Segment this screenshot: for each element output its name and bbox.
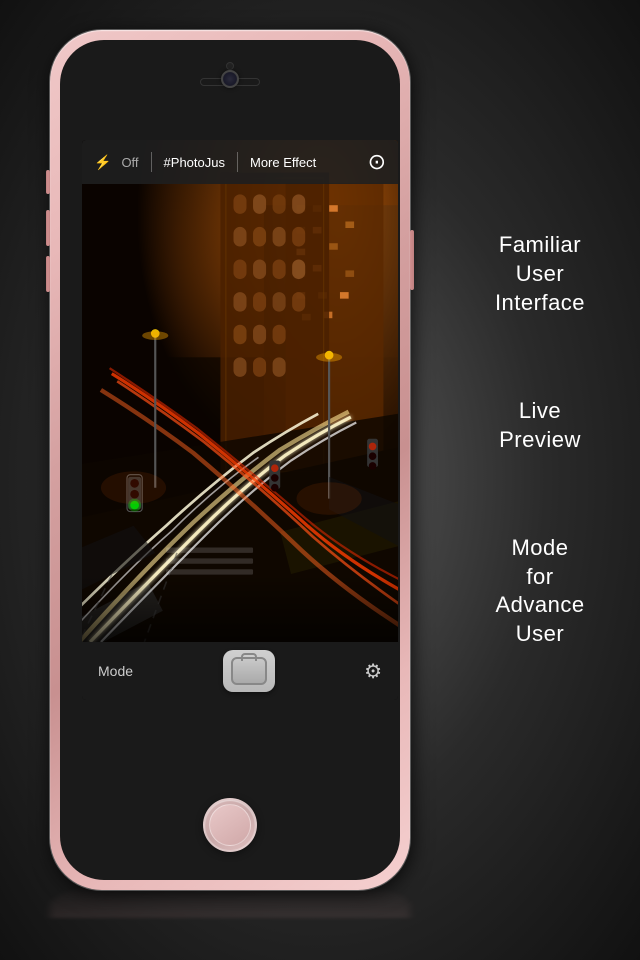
live-preview-label: LivePreview xyxy=(460,397,620,454)
phone-inner-bezel: ⚡ Off #PhotoJus More Effect ⊙ xyxy=(60,40,400,880)
mode-advance-label: ModeforAdvanceUser xyxy=(460,534,620,648)
camera-preview xyxy=(82,140,398,642)
home-button[interactable] xyxy=(203,798,257,852)
volume-up-button[interactable] xyxy=(46,210,50,246)
front-camera-area xyxy=(221,70,239,88)
night-scene-svg xyxy=(82,140,398,642)
phone-screen: ⚡ Off #PhotoJus More Effect ⊙ xyxy=(82,140,398,700)
settings-button[interactable]: ⚙ xyxy=(364,659,382,684)
toolbar-divider-2 xyxy=(237,152,238,172)
front-sensor xyxy=(226,62,234,70)
phone-reflection xyxy=(50,886,410,918)
power-button[interactable] xyxy=(410,230,414,290)
flash-icon: ⚡ xyxy=(94,154,111,171)
home-button-inner xyxy=(209,804,251,846)
mode-button[interactable]: Mode xyxy=(98,663,133,679)
phone-body: ⚡ Off #PhotoJus More Effect ⊙ xyxy=(50,30,410,890)
shutter-button[interactable] xyxy=(223,650,275,692)
camera-toolbar-top: ⚡ Off #PhotoJus More Effect ⊙ xyxy=(82,140,398,184)
phone-device: ⚡ Off #PhotoJus More Effect ⊙ xyxy=(50,30,430,930)
volume-down-button[interactable] xyxy=(46,256,50,292)
toolbar-left-group: ⚡ Off #PhotoJus More Effect xyxy=(94,151,322,174)
camera-flip-icon[interactable]: ⊙ xyxy=(368,149,386,175)
shutter-inner xyxy=(231,657,267,685)
more-effect-button[interactable]: More Effect xyxy=(244,151,322,174)
flash-off-button[interactable]: Off xyxy=(115,151,144,174)
front-camera-lens xyxy=(221,70,239,88)
familiar-ui-label: FamiliarUserInterface xyxy=(460,231,620,317)
filter-button[interactable]: #PhotoJus xyxy=(158,151,231,174)
side-labels-container: FamiliarUserInterface LivePreview Modefo… xyxy=(460,0,620,960)
toolbar-divider-1 xyxy=(151,152,152,172)
camera-toolbar-bottom: Mode ⚙ xyxy=(82,642,398,700)
mute-switch[interactable] xyxy=(46,170,50,194)
